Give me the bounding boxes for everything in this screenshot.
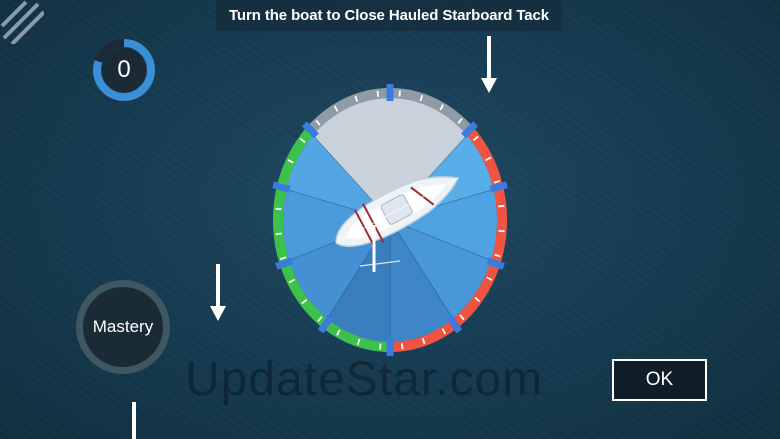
dial-tick: [275, 207, 282, 211]
dial-tick: [400, 343, 404, 350]
dial-tick: [379, 343, 382, 350]
menu-hatch-icon[interactable]: [0, 0, 44, 44]
dial-tick: [498, 204, 505, 208]
mastery-button[interactable]: Mastery: [76, 280, 170, 374]
dial-tick: [275, 232, 282, 236]
dial-marker: [489, 181, 508, 193]
dial-tick: [498, 229, 505, 233]
dial-tick: [376, 90, 380, 97]
score-value: 0: [117, 56, 131, 83]
sail-angle-dial[interactable]: [265, 80, 515, 360]
down-arrow-icon: [210, 264, 226, 321]
dial-tick: [398, 90, 401, 97]
instruction-banner: Turn the boat to Close Hauled Starboard …: [216, 0, 562, 31]
watermark: UpdateStar.com: [185, 353, 544, 406]
ok-button[interactable]: OK: [612, 359, 707, 401]
down-arrow-icon: [132, 402, 136, 439]
dial-marker: [272, 181, 291, 193]
